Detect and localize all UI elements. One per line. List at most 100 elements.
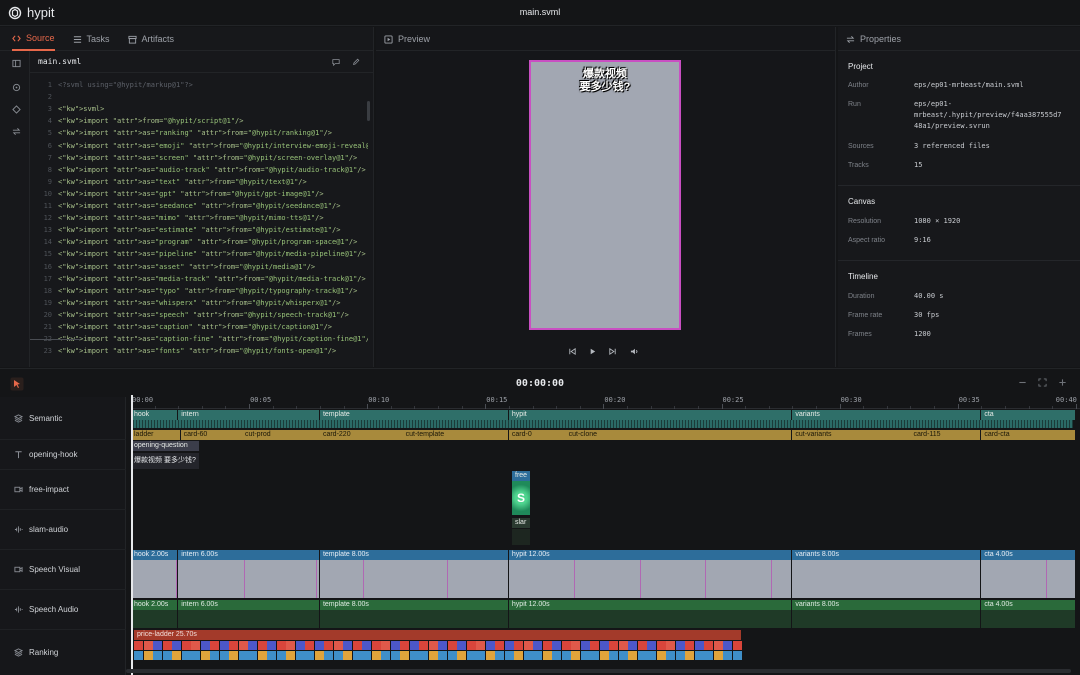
fit-icon[interactable] [1038,378,1047,387]
ranking-cell[interactable] [628,651,637,660]
ranking-cell[interactable] [533,641,542,650]
timeline-tracks[interactable]: hook intern template hypit variants cta ladder… [131,410,1080,670]
ranking-cell[interactable] [637,651,647,660]
ranking-cell[interactable] [533,651,542,660]
ranking-cell[interactable] [694,651,704,660]
track-header-opening-hook[interactable]: opening-hook [0,440,126,470]
card-clip[interactable]: ladder [131,430,180,440]
ranking-cell[interactable] [666,641,675,650]
ranking-cell[interactable] [542,641,552,650]
skip-back-icon[interactable] [568,347,577,356]
preview-canvas[interactable]: 爆款视频 要多少钱? [529,60,681,330]
ranking-cell[interactable] [713,641,723,650]
ranking-cell[interactable] [229,641,238,650]
ranking-cell[interactable] [495,641,504,650]
ranking-cell[interactable] [371,641,381,650]
ranking-cell[interactable] [685,641,694,650]
ranking-cell[interactable] [466,641,476,650]
ranking-cell[interactable] [248,641,257,650]
ranking-cell[interactable] [523,641,533,650]
ranking-cell[interactable] [419,641,428,650]
ranking-cell[interactable] [276,641,286,650]
tab-source[interactable]: Source [12,27,55,51]
ranking-cell[interactable] [675,651,685,660]
track-header-speech-visual[interactable]: Speech Visual [0,550,126,590]
editor-scrollbar[interactable] [367,101,370,121]
speech-audio-clip[interactable]: hypit 12.00s [508,600,792,610]
speech-audio-clip[interactable]: template 8.00s [319,600,508,610]
semantic-segment-template[interactable]: template [319,410,508,420]
playhead[interactable] [131,395,133,675]
track-header-ranking[interactable]: Ranking [0,630,126,675]
ranking-cell[interactable] [267,641,276,650]
ranking-cell[interactable] [466,651,476,660]
ranking-cell[interactable] [732,651,742,660]
ranking-cell[interactable] [523,651,533,660]
ranking-cell[interactable] [324,641,333,650]
ranking-cell[interactable] [381,641,390,650]
ranking-cell[interactable] [134,651,143,660]
ranking-cell[interactable] [694,641,704,650]
ranking-cell[interactable] [580,641,590,650]
ranking-cell[interactable] [485,651,495,660]
ranking-cell[interactable] [590,641,599,650]
ranking-cell[interactable] [457,651,466,660]
ranking-cell[interactable] [685,651,694,660]
ranking-cell[interactable] [229,651,238,660]
speech-audio-clip[interactable]: cta 4.00s [981,600,1075,610]
ranking-cell[interactable] [400,651,409,660]
ranking-cell[interactable] [514,651,523,660]
skip-forward-icon[interactable] [608,347,617,356]
ranking-cell[interactable] [723,641,732,650]
ranking-cell[interactable] [162,641,172,650]
editor-horizontal-scrollbar[interactable] [30,339,80,340]
ranking-cell[interactable] [561,651,571,660]
speech-visual-clip[interactable]: hook 2.00s [131,550,178,560]
ranking-cell[interactable] [618,651,628,660]
pencil-icon[interactable] [352,58,360,66]
semantic-segment-variants[interactable]: variants [792,410,981,420]
ranking-cell[interactable] [438,651,447,660]
play-icon[interactable] [588,347,597,356]
ranking-cell[interactable] [276,651,286,660]
ranking-cell[interactable] [447,641,457,650]
ranking-cell[interactable] [656,651,666,660]
speech-visual-clip[interactable]: template 8.00s [319,550,508,560]
ranking-cell[interactable] [599,641,609,650]
ranking-cell[interactable] [219,641,229,650]
ranking-cell[interactable] [571,641,580,650]
ranking-cell[interactable] [628,641,637,650]
ranking-cell[interactable] [409,651,419,660]
ranking-cell[interactable] [333,651,343,660]
ranking-cell[interactable] [732,641,742,650]
prop-sources-value[interactable]: 3 referenced files [914,141,990,152]
ranking-cell[interactable] [542,651,552,660]
semantic-segment-cta[interactable]: cta [981,410,1075,420]
ranking-cell[interactable] [257,651,267,660]
slam-audio-clip[interactable]: slar [512,518,530,528]
speech-visual-clip[interactable]: variants 8.00s [792,550,981,560]
ranking-cell[interactable] [447,651,457,660]
ranking-cell[interactable] [438,641,447,650]
tab-artifacts[interactable]: Artifacts [127,27,174,51]
ranking-cell[interactable] [362,651,371,660]
ranking-cell[interactable] [390,641,400,650]
time-ruler[interactable]: 00:00 00:05 00:10 00:15 00:20 00:25 00:30 00:35… [131,395,1080,409]
ranking-cell[interactable] [580,651,590,660]
ranking-cell[interactable] [723,651,732,660]
ranking-cell[interactable] [362,641,371,650]
ranking-cell[interactable] [314,641,324,650]
track-header-speech-audio[interactable]: Speech Audio [0,590,126,630]
target-icon[interactable] [12,83,21,92]
ranking-cell[interactable] [143,641,153,650]
ranking-cell[interactable] [153,641,162,650]
ranking-cell[interactable] [295,641,305,650]
ranking-cell[interactable] [476,641,485,650]
ranking-cell[interactable] [552,651,561,660]
comment-icon[interactable] [332,58,340,66]
price-ladder-clip[interactable]: price-ladder 25.70s [134,630,741,640]
timeline-scrollbar[interactable] [126,669,1071,673]
ranking-cell[interactable] [618,641,628,650]
ranking-cell[interactable] [210,641,219,650]
opening-question-clip[interactable]: opening-question [131,441,199,451]
